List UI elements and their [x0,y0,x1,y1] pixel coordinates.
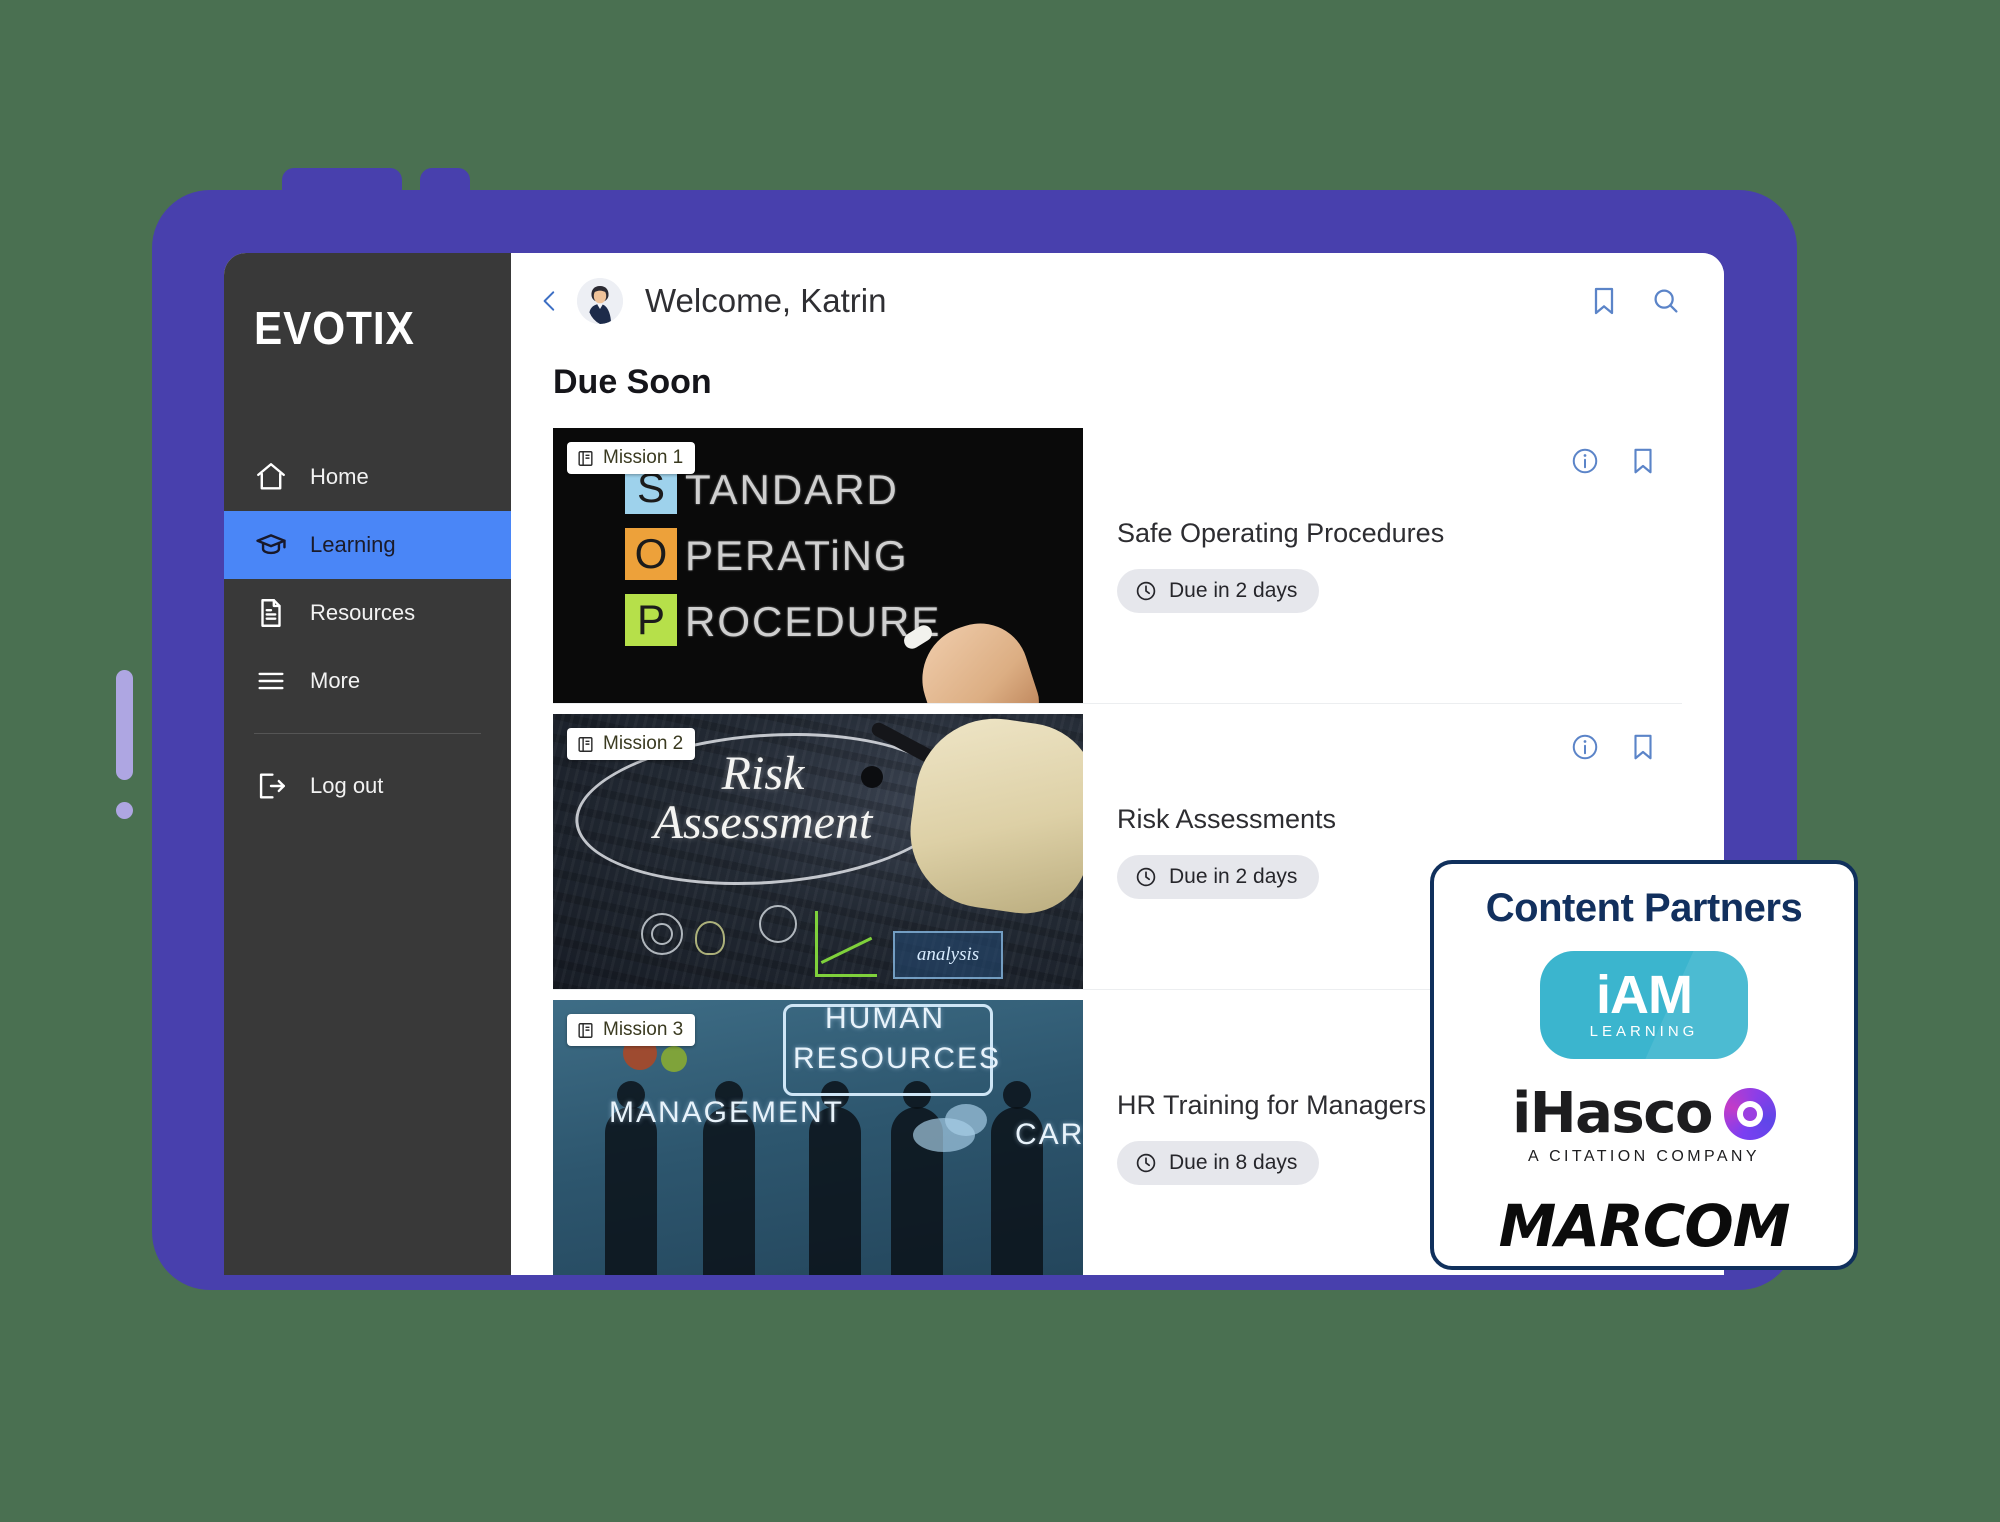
volume-button[interactable] [116,670,133,780]
analysis-label: analysis [893,931,1003,979]
sidebar-item-label: Home [310,464,369,489]
home-icon [257,463,285,490]
course-thumbnail[interactable]: S O P TANDARD PERATiNG ROCEDURE Mission … [553,428,1083,703]
card-body: Safe Operating Procedures Due in 2 days [1083,428,1682,703]
list-item[interactable]: S O P TANDARD PERATiNG ROCEDURE Mission … [553,428,1682,704]
marker-tip [861,766,883,788]
mission-badge: Mission 2 [567,728,696,760]
growth-chart-icon [815,911,877,977]
sidebar-divider [254,733,481,734]
course-module-icon [578,450,593,466]
marcom-logo-word: MARCOM [1498,1192,1791,1260]
course-module-icon [578,736,593,752]
person-silhouette [605,1081,657,1275]
due-label: Due in 2 days [1169,865,1298,888]
device-button-bump-left [282,168,402,194]
content-partners-title: Content Partners [1485,886,1803,930]
ihasco-logo: iHasco [1434,1081,1854,1146]
sop-letter-o: O [625,528,677,580]
content-partners-card: Content Partners iAM LEARNING iHasco A C… [1430,860,1858,1270]
ihasco-logo-word: iHasco [1512,1081,1713,1146]
mission-badge-label: Mission 1 [603,447,684,468]
hr-word-resources: RESOURCES [793,1042,1002,1075]
sidebar: EVOTIX Home Learning Resources More Log … [224,253,511,1275]
iam-logo-word: iAM [1596,964,1693,1025]
card-title: Safe Operating Procedures [1117,518,1445,548]
due-label: Due in 8 days [1169,1151,1298,1174]
logout-icon [259,773,285,799]
page-title: Welcome, Katrin [645,282,887,319]
avatar[interactable] [577,278,623,324]
risk-artwork-line2: Assessment [653,795,873,849]
brand-logo: EVOTIX [224,253,511,443]
mission-badge-label: Mission 2 [603,733,684,754]
sidebar-item-label: Resources [310,600,416,625]
sidebar-item-label: Log out [310,773,384,798]
sidebar-item-learning[interactable]: Learning [224,511,511,579]
iam-logo-subtitle: LEARNING [1589,1023,1699,1041]
hr-word-management: MANAGEMENT [609,1096,845,1129]
course-thumbnail[interactable]: HUMAN RESOURCES MANAGEMENT CAREER [553,1000,1083,1275]
info-icon[interactable] [1570,446,1600,476]
mission-badge: Mission 3 [567,1014,696,1046]
clock-icon [759,905,797,943]
bookmark-icon[interactable] [1628,732,1658,762]
status-badge: Due in 2 days [1117,855,1320,899]
brand-wordmark: EVOTIX [254,302,415,354]
card-title: Risk Assessments [1117,804,1337,834]
target-inner-icon [651,923,673,945]
cloud-icon [945,1104,987,1136]
graduation-cap-icon [256,534,286,555]
info-icon[interactable] [1570,732,1600,762]
ihasco-logo-subtitle: A CITATION COMPANY [1528,1148,1760,1165]
section-title: Due Soon [553,363,712,401]
sidebar-item-log-out[interactable]: Log out [224,752,511,820]
clock-icon [1136,867,1156,887]
power-button[interactable] [116,802,133,819]
document-icon [261,599,281,627]
sop-letter-p: P [625,594,677,646]
due-label: Due in 2 days [1169,579,1298,602]
person-silhouette [809,1081,861,1275]
lightbulb-icon [695,921,725,955]
iam-learning-logo: iAM LEARNING [1540,951,1748,1059]
sop-word-operating: PERATiNG [685,532,909,579]
status-badge: Due in 2 days [1117,569,1320,613]
bookmark-icon[interactable] [1588,285,1620,317]
person-silhouette [703,1081,755,1275]
hamburger-icon [258,672,284,690]
mission-badge-label: Mission 3 [603,1019,684,1040]
course-thumbnail[interactable]: Risk Assessment analysis Mission 2 [553,714,1083,989]
device-button-bump-right [420,168,470,194]
gear-icon [661,1046,687,1072]
search-icon[interactable] [1650,285,1682,317]
sidebar-item-resources[interactable]: Resources [224,579,511,647]
clock-icon [1136,1153,1156,1173]
sidebar-item-label: Learning [310,532,396,557]
clock-icon [1136,581,1156,601]
user-avatar-illustration [577,278,623,324]
card-actions [1570,732,1658,762]
chevron-left-icon[interactable] [537,288,563,314]
sidebar-item-home[interactable]: Home [224,443,511,511]
status-badge: Due in 8 days [1117,1141,1320,1185]
ihasco-swirl-icon [1723,1087,1776,1140]
mission-badge: Mission 1 [567,442,696,474]
hr-word-human: HUMAN [825,1002,945,1035]
bookmark-icon[interactable] [1628,446,1658,476]
sidebar-item-label: More [310,668,361,693]
hr-word-career: CAREER [1015,1118,1083,1151]
top-bar: Welcome, Katrin [511,253,1724,349]
sidebar-item-more[interactable]: More [224,647,511,715]
card-actions [1570,446,1658,476]
sop-word-standard: TANDARD [685,466,899,513]
course-module-icon [578,1022,593,1038]
risk-artwork-text: Risk Assessment [583,749,943,849]
